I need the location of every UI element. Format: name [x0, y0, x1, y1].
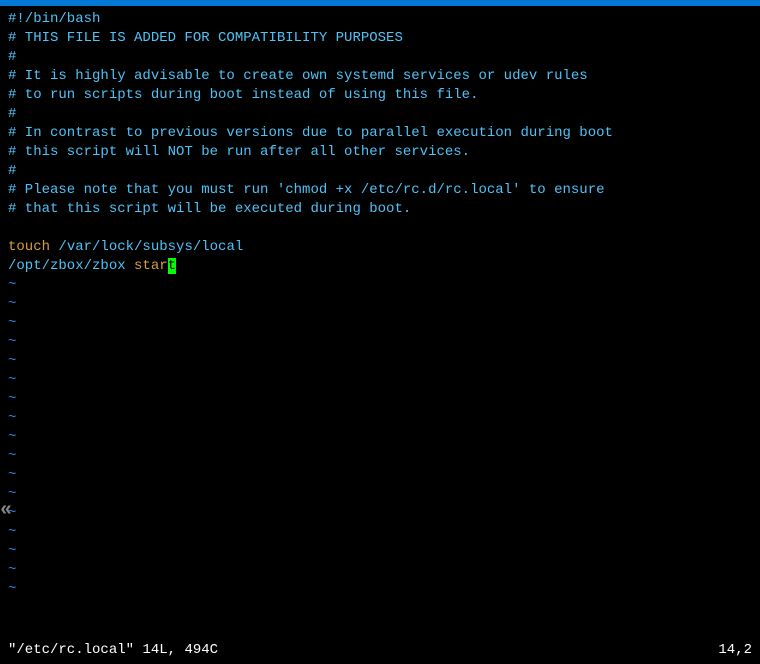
code-line: # It is highly advisable to create own s… [8, 67, 752, 86]
code-line: #!/bin/bash [8, 10, 752, 29]
code-line [8, 219, 752, 238]
empty-line-tilde: ~ [8, 504, 752, 523]
code-line: # Please note that you must run 'chmod +… [8, 181, 752, 200]
status-file-info: "/etc/rc.local" 14L, 494C [8, 641, 218, 660]
code-line: # In contrast to previous versions due t… [8, 124, 752, 143]
code-line: touch /var/lock/subsys/local [8, 238, 752, 257]
status-cursor-position: 14,2 [718, 641, 752, 660]
vim-editor-content[interactable]: #!/bin/bash# THIS FILE IS ADDED FOR COMP… [0, 6, 760, 603]
empty-line-tilde: ~ [8, 333, 752, 352]
empty-line-tilde: ~ [8, 428, 752, 447]
empty-line-tilde: ~ [8, 485, 752, 504]
code-line: # [8, 162, 752, 181]
scroll-indicator: « [0, 504, 12, 518]
empty-line-tilde: ~ [8, 542, 752, 561]
empty-line-tilde: ~ [8, 276, 752, 295]
empty-line-tilde: ~ [8, 580, 752, 599]
empty-line-tilde: ~ [8, 352, 752, 371]
code-line: # [8, 48, 752, 67]
code-line: # THIS FILE IS ADDED FOR COMPATIBILITY P… [8, 29, 752, 48]
empty-line-tilde: ~ [8, 409, 752, 428]
empty-line-tilde: ~ [8, 466, 752, 485]
code-line: # this script will NOT be run after all … [8, 143, 752, 162]
code-line: # [8, 105, 752, 124]
empty-line-tilde: ~ [8, 523, 752, 542]
code-line: /opt/zbox/zbox start [8, 257, 752, 276]
empty-line-tilde: ~ [8, 295, 752, 314]
cursor: t [168, 258, 176, 274]
empty-line-tilde: ~ [8, 390, 752, 409]
code-line: # to run scripts during boot instead of … [8, 86, 752, 105]
vim-status-bar: "/etc/rc.local" 14L, 494C 14,2 [0, 641, 760, 664]
empty-line-tilde: ~ [8, 314, 752, 333]
empty-line-tilde: ~ [8, 371, 752, 390]
empty-line-tilde: ~ [8, 561, 752, 580]
empty-line-tilde: ~ [8, 447, 752, 466]
code-line: # that this script will be executed duri… [8, 200, 752, 219]
